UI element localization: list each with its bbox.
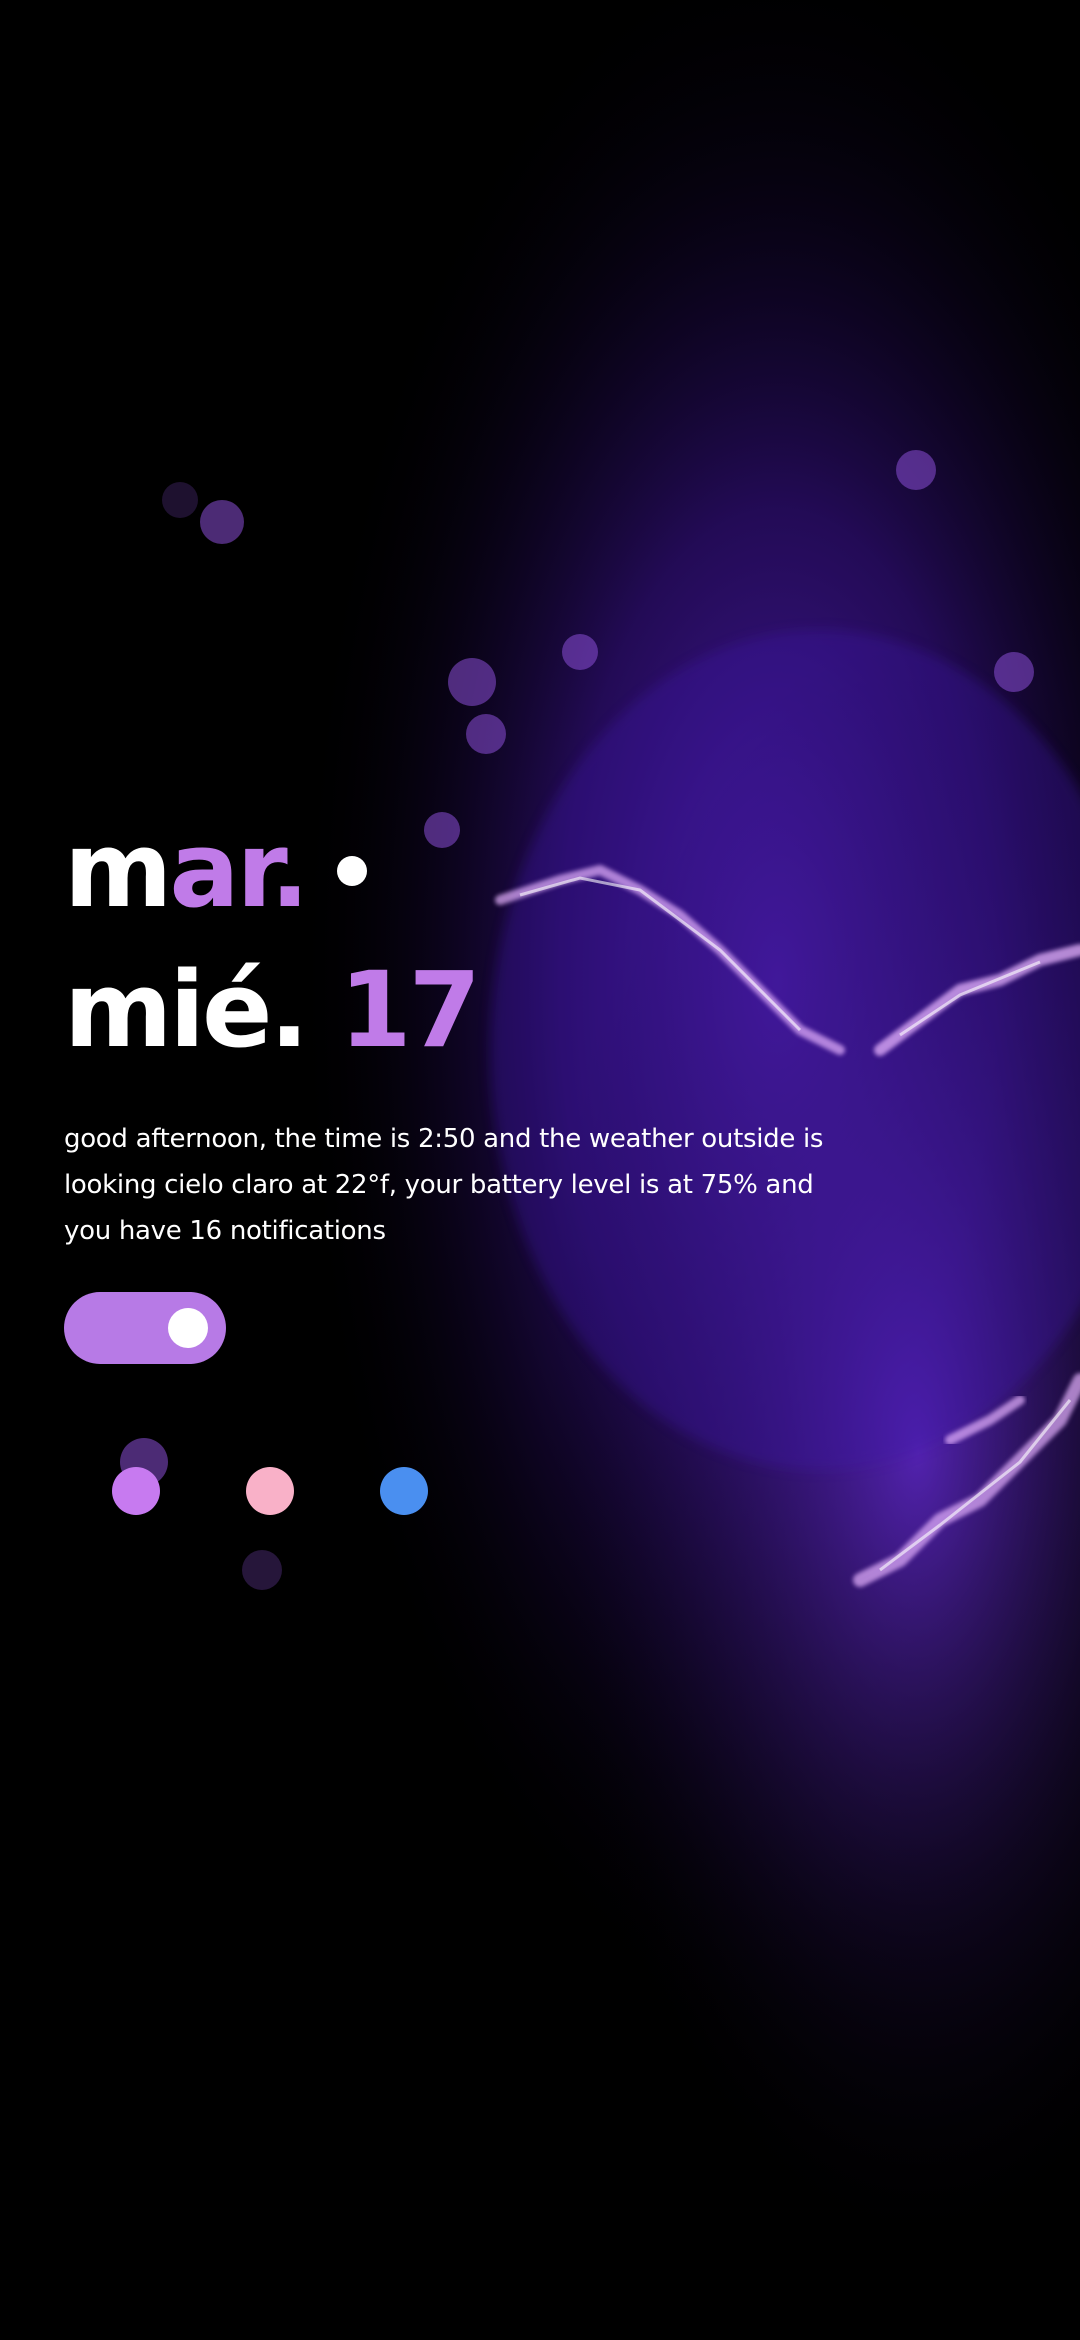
day-name: mié.: [64, 949, 309, 1071]
separator-dot: [336, 856, 367, 886]
month-suffix: ar.: [169, 809, 309, 931]
swatch-purple[interactable]: [112, 1467, 160, 1515]
month-line: mar.: [64, 800, 964, 940]
day-number: 17: [339, 949, 481, 1071]
lock-screen: mar. mié. 17 good afternoon, the time is…: [0, 0, 1080, 2340]
swatch-blue[interactable]: [380, 1467, 428, 1515]
theme-toggle[interactable]: [64, 1292, 226, 1364]
status-message: good afternoon, the time is 2:50 and the…: [64, 1124, 824, 1246]
month-prefix: m: [64, 809, 172, 931]
clock-widget: mar. mié. 17 good afternoon, the time is…: [64, 800, 964, 1364]
swatch-pink[interactable]: [246, 1467, 294, 1515]
toggle-knob: [168, 1308, 208, 1348]
color-swatches: [112, 1467, 428, 1515]
day-line: mié. 17: [64, 940, 964, 1080]
